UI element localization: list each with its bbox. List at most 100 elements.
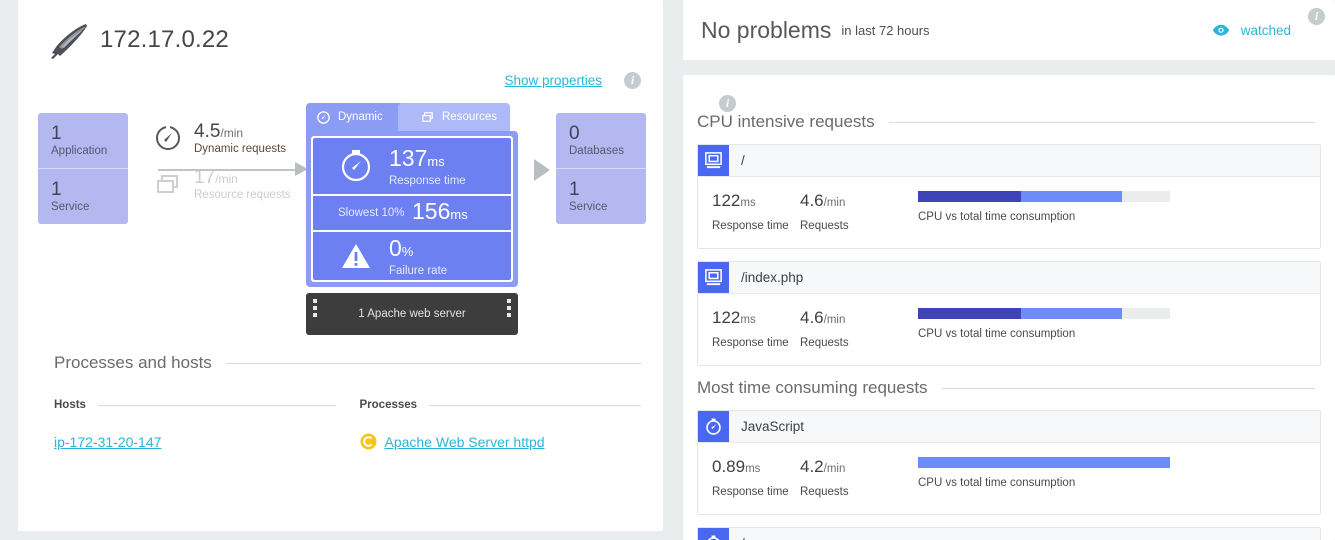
request-metrics: 4.5/min Dynamic requests 17/min Resource… — [153, 115, 313, 207]
outbound-db-label: Databases — [569, 145, 624, 157]
request-name: / — [741, 536, 745, 540]
problems-card: i No problems in last 72 hours watched — [683, 0, 1335, 60]
gauge-icon — [156, 125, 180, 150]
divider — [97, 404, 336, 406]
response-time-unit: ms — [740, 197, 756, 209]
dynamic-requests-unit: /min — [220, 126, 244, 140]
request-card-body: 122ms Response time 4.6/min Requests CPU vs … — [698, 177, 1320, 248]
requests-stat: 4.2/min Requests — [800, 457, 888, 498]
info-icon[interactable]: i — [624, 72, 641, 89]
request-name: JavaScript — [741, 419, 805, 434]
process-link[interactable]: Apache Web Server httpd — [385, 434, 545, 450]
consumption-bar-label: CPU vs total time consumption — [918, 211, 1076, 223]
page-title: 172.17.0.22 — [100, 26, 229, 53]
requests-stat: 4.6/min Requests — [800, 308, 888, 349]
consumption-bar — [918, 191, 1170, 202]
inbound-app-count: 1 — [51, 123, 62, 144]
requests-label: Requests — [800, 337, 849, 349]
processes-list: Apache Web Server httpd — [360, 433, 642, 450]
response-time-stat: 122ms Response time — [712, 308, 800, 349]
response-time-label: Response time — [712, 486, 789, 498]
flow-arrow-right — [534, 159, 550, 181]
divider — [941, 387, 1315, 389]
processes-column-headers: Hosts Processes — [54, 399, 641, 411]
tab-resources-label: Resources — [442, 111, 497, 123]
requests-sections: CPU intensive requests/122ms Response tim… — [697, 112, 1321, 540]
stopwatch-icon — [341, 150, 371, 182]
consumption-bar-wrap: CPU vs total time consumption — [918, 457, 1320, 489]
response-time-unit: ms — [740, 314, 756, 326]
tab-dynamic-label: Dynamic — [338, 111, 383, 123]
outbound-summary-box[interactable]: 0 Databases 1 Service — [556, 113, 646, 224]
eye-icon — [1212, 24, 1229, 36]
section-title: CPU intensive requests — [697, 112, 875, 131]
dynamic-requests-label: Dynamic requests — [194, 143, 287, 155]
response-time-unit: ms — [745, 463, 761, 475]
gauge-icon — [317, 110, 330, 124]
request-card[interactable]: /index.php 122ms Response time 4.6/min Reque… — [697, 261, 1321, 366]
bar-segment-cpu — [918, 308, 1022, 319]
failure-rate-label: Failure rate — [389, 264, 448, 277]
divider — [888, 121, 1315, 123]
outbound-db-count: 0 — [569, 123, 580, 144]
response-time-value: 137 — [389, 144, 428, 171]
response-time-value: 0.89 — [712, 457, 746, 476]
processes-and-hosts-section: Processes and hosts — [54, 353, 641, 373]
inbound-summary-box[interactable]: 1 Application 1 Service — [38, 113, 128, 224]
divider — [429, 404, 641, 406]
failure-rate-row: 0% Failure rate — [313, 232, 511, 280]
problems-title: No problems — [701, 16, 832, 43]
response-time-label: Response time — [712, 337, 789, 349]
hosts-header-label: Hosts — [54, 399, 86, 411]
slowest-unit: ms — [450, 207, 468, 222]
flow-arrow-left — [158, 162, 313, 176]
bar-segment-total — [918, 457, 1170, 468]
request-card[interactable]: JavaScript 0.89ms Response time 4.2/min Requ… — [697, 410, 1321, 515]
inbound-app-label: Application — [51, 145, 108, 157]
inbound-service-label: Service — [51, 201, 90, 213]
problems-subtitle: in last 72 hours — [841, 22, 930, 38]
response-time-value: 122 — [712, 308, 741, 327]
consumption-bar-wrap: CPU vs total time consumption — [918, 308, 1320, 340]
consumption-bar — [918, 308, 1170, 319]
response-time-value: 122 — [712, 191, 741, 210]
server-bar[interactable]: 1 Apache web server — [306, 293, 518, 335]
request-card-header: / — [698, 145, 1320, 177]
host-link[interactable]: ip-172-31-20-147 — [54, 434, 161, 450]
service-panel: Dynamic Resources 137ms Response time Sl… — [306, 103, 518, 335]
response-time-label: Response time — [389, 174, 466, 187]
section-header: CPU intensive requests — [697, 112, 1321, 132]
service-tabs: Dynamic Resources — [306, 103, 518, 131]
show-properties-link[interactable]: Show properties — [504, 73, 602, 88]
requests-unit: /min — [823, 197, 846, 209]
yellow-c-icon — [360, 433, 376, 450]
slowest-value: 156 — [412, 198, 451, 224]
bar-segment-total — [1021, 191, 1123, 202]
request-card[interactable]: / — [697, 527, 1321, 540]
request-card-header: / — [698, 528, 1320, 540]
response-time-label: Response time — [712, 220, 789, 232]
section-title: Processes and hosts — [54, 353, 212, 372]
watch-label: watched — [1240, 22, 1291, 38]
consumption-bar-wrap: CPU vs total time consumption — [918, 191, 1320, 223]
response-time-row: 137ms Response time — [313, 138, 511, 194]
slowest-label: Slowest 10% — [338, 207, 405, 219]
outbound-services: 1 Service — [556, 168, 646, 224]
inbound-service-count: 1 — [51, 179, 62, 200]
processes-column-header: Processes — [360, 399, 641, 411]
inbound-services: 1 Service — [38, 168, 128, 224]
info-icon[interactable]: i — [719, 95, 736, 112]
tab-resources[interactable]: Resources — [398, 103, 510, 131]
request-card-header: /index.php — [698, 262, 1320, 294]
failure-rate-value: 0 — [389, 234, 402, 261]
info-icon[interactable]: i — [1308, 8, 1325, 25]
tab-dynamic[interactable]: Dynamic — [306, 103, 412, 131]
stopwatch-icon — [698, 411, 729, 442]
hosts-column-header: Hosts — [54, 399, 336, 411]
inbound-applications: 1 Application — [38, 113, 128, 168]
outbound-service-label: Service — [569, 201, 608, 213]
service-metrics-stack: 137ms Response time Slowest 10% 156ms 0%… — [311, 136, 513, 282]
processes-column-values: ip-172-31-20-147 Apache Web Server httpd — [54, 433, 641, 450]
browser-window-icon — [698, 145, 729, 176]
request-card[interactable]: / 122ms Response time 4.6/min Requests CPU vs… — [697, 144, 1321, 249]
